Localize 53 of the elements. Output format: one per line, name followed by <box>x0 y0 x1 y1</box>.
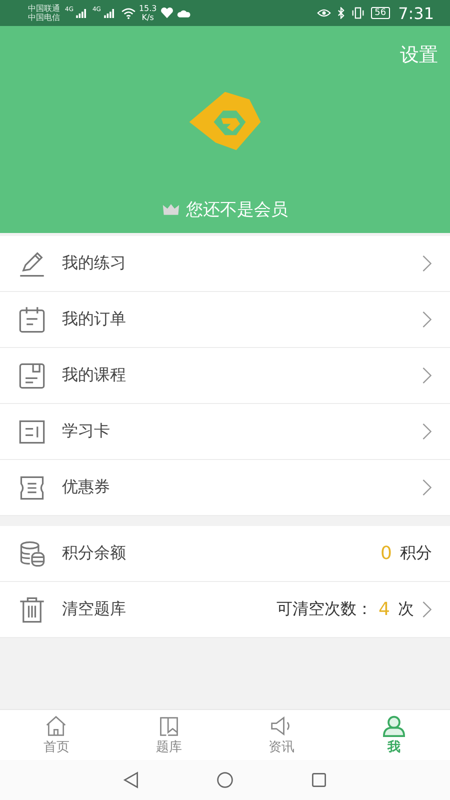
chevron-icon <box>422 367 432 384</box>
row-label: 积分余额 <box>62 543 127 564</box>
carrier-name: 中国电信 <box>28 13 60 22</box>
vibrate-icon <box>350 7 365 19</box>
crown-icon <box>162 203 180 216</box>
menu-item[interactable]: 我的订单 <box>0 292 450 348</box>
clock: 7:31 <box>398 4 434 22</box>
menu-label: 我的练习 <box>62 253 127 274</box>
chevron-icon <box>422 255 432 272</box>
tab[interactable]: 首页 <box>0 710 112 760</box>
signal-icon <box>76 8 88 18</box>
chevron-icon <box>422 311 432 328</box>
remaining-label: 可清空次数： <box>276 599 373 620</box>
menu-item[interactable]: 我的练习 <box>0 236 450 292</box>
chevron-icon <box>422 479 432 496</box>
membership-status: 您还不是会员 <box>186 199 288 221</box>
card-icon <box>18 418 46 446</box>
document-icon <box>18 362 46 390</box>
points-value: 0 <box>380 543 392 564</box>
pencil-icon <box>18 250 46 278</box>
back-icon[interactable] <box>122 771 140 789</box>
home-icon[interactable] <box>216 771 234 789</box>
tab[interactable]: 资讯 <box>225 710 338 760</box>
unit-label: 次 <box>398 599 414 620</box>
wifi-icon <box>120 8 136 18</box>
chevron-icon <box>422 423 432 440</box>
trash-icon <box>18 596 46 624</box>
menu-item[interactable]: 学习卡 <box>0 404 450 460</box>
recents-icon[interactable] <box>310 771 328 789</box>
eye-icon <box>316 7 331 19</box>
menu-item[interactable]: 优惠券 <box>0 460 450 516</box>
person-icon <box>382 714 406 736</box>
speed-unit: K/s <box>142 13 154 22</box>
ticket-icon <box>18 474 46 502</box>
home-icon <box>44 714 68 736</box>
unit-label: 积分 <box>400 543 432 564</box>
menu-label: 学习卡 <box>62 421 111 442</box>
menu-label: 优惠券 <box>62 477 111 498</box>
clear-bank-row[interactable]: 清空题库 可清空次数： 4 次 <box>0 582 450 638</box>
carrier-name: 中国联通 <box>28 4 60 13</box>
menu-item[interactable]: 我的课程 <box>0 348 450 404</box>
calendar-icon <box>18 306 46 334</box>
network-speed: 15.3 <box>138 4 157 13</box>
menu-label: 我的订单 <box>62 309 127 330</box>
heart-icon <box>160 7 174 19</box>
coins-icon <box>18 540 46 568</box>
battery-indicator: 56 <box>370 7 390 19</box>
menu-label: 我的课程 <box>62 365 127 386</box>
chevron-icon <box>422 601 432 618</box>
tab[interactable]: 题库 <box>112 710 225 760</box>
signal-icon <box>104 8 115 18</box>
count-value: 4 <box>378 599 390 620</box>
row-label: 清空题库 <box>62 599 127 620</box>
